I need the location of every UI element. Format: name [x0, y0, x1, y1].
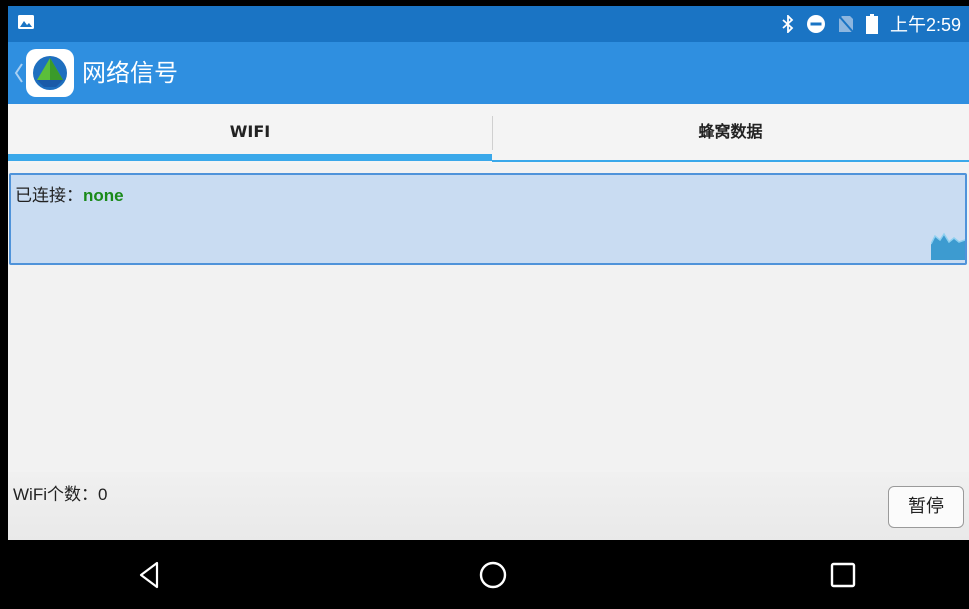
- connected-status: 已连接：none: [15, 181, 124, 206]
- no-sim-icon: [838, 15, 854, 33]
- wifi-count-value: 0: [97, 485, 108, 504]
- home-icon[interactable]: [476, 558, 510, 592]
- tab-cellular[interactable]: 蜂窝数据: [492, 104, 969, 164]
- connected-value: none: [83, 186, 124, 205]
- bluetooth-icon: [782, 15, 794, 33]
- wifi-count: WiFi个数：0: [13, 480, 107, 505]
- action-bar: 网络信号: [8, 42, 969, 104]
- footer-panel: WiFi个数：0 暂停: [8, 472, 969, 540]
- navigation-bar: [8, 540, 969, 609]
- back-icon[interactable]: [132, 558, 166, 592]
- tab-bar: WIFI 蜂窝数据: [8, 104, 969, 164]
- status-bar: 上午2:59: [8, 6, 969, 42]
- screen: 上午2:59 网络信号 WIFI 蜂窝数据 已连接：none WiFi个数：0 …: [8, 6, 969, 609]
- do-not-disturb-icon: [806, 15, 825, 33]
- image-icon: [18, 15, 34, 29]
- battery-icon: [865, 14, 878, 34]
- tab-selected-indicator: [8, 154, 492, 161]
- status-icons: 上午2:59: [782, 11, 961, 37]
- app-logo-icon[interactable]: [26, 49, 74, 97]
- connected-panel: 已连接：none: [9, 173, 967, 265]
- app-title: 网络信号: [82, 59, 178, 87]
- wifi-count-label: WiFi个数：: [13, 485, 98, 504]
- recent-apps-icon[interactable]: [826, 558, 860, 592]
- status-time: 上午2:59: [889, 15, 961, 35]
- tab-underline: [492, 160, 969, 162]
- chevron-left-icon[interactable]: [14, 62, 24, 84]
- connected-label: 已连接：: [15, 186, 83, 205]
- signal-graph-icon: [931, 232, 965, 260]
- pause-button[interactable]: 暂停: [888, 486, 964, 528]
